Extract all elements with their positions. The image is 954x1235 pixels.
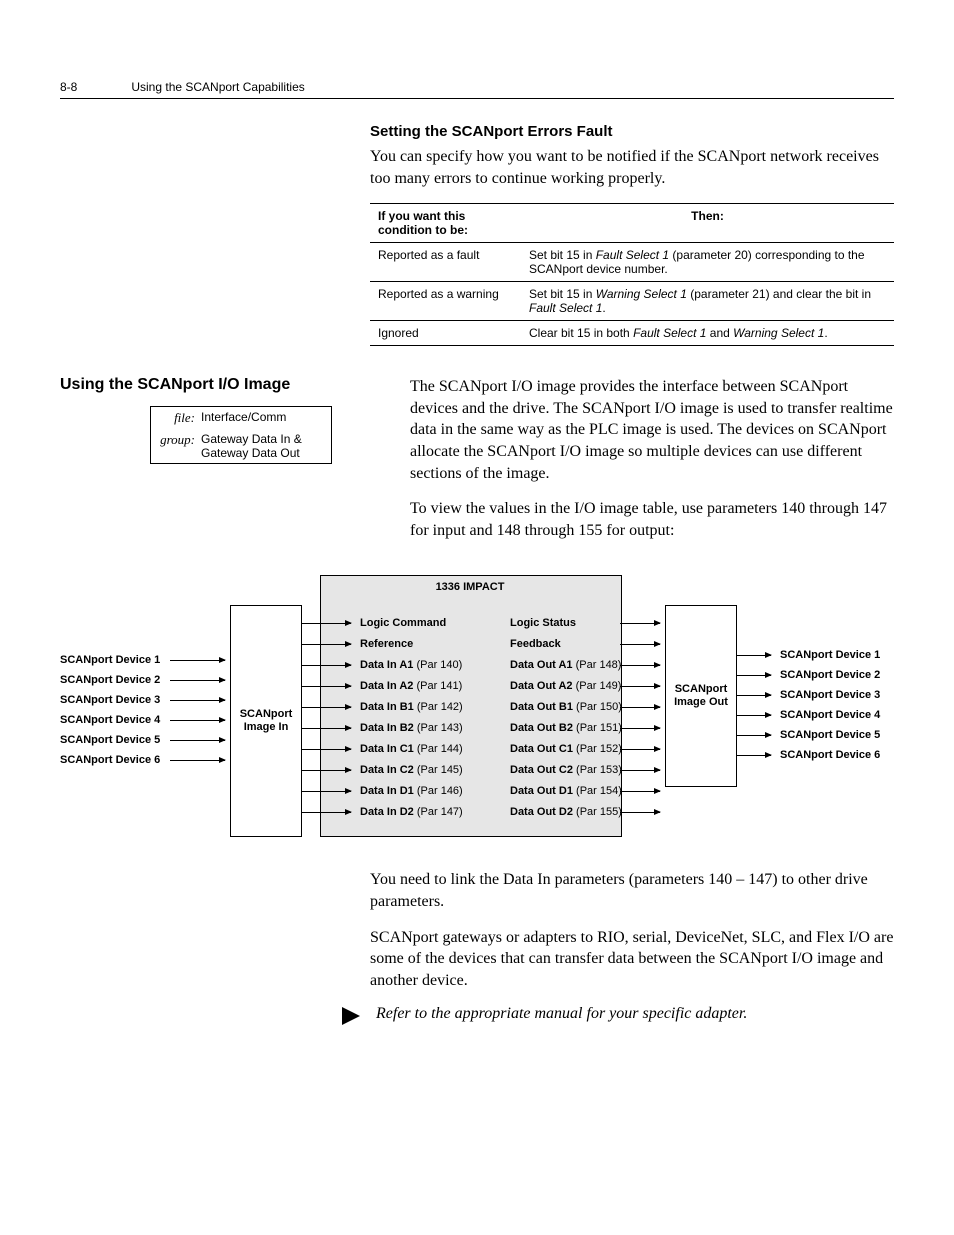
device-right-label: SCANport Device 1	[780, 649, 920, 661]
arrow-icon	[736, 675, 771, 676]
cell-then: Clear bit 15 in both Fault Select 1 and …	[521, 321, 894, 346]
device-right-label: SCANport Device 4	[780, 709, 920, 721]
table-head-condition: If you want this condition to be:	[370, 204, 521, 243]
arrow-icon	[620, 707, 660, 708]
meta-file-label: file:	[157, 410, 195, 426]
reference-note: Refer to the appropriate manual for your…	[340, 1005, 894, 1027]
data-in-label: Data In B2 (Par 143)	[360, 722, 510, 734]
arrow-icon	[170, 720, 225, 721]
data-in-label: Data In C1 (Par 144)	[360, 743, 510, 755]
arrow-icon	[736, 695, 771, 696]
arrow-icon	[736, 715, 771, 716]
body-paragraph: SCANport gateways or adapters to RIO, se…	[370, 927, 894, 992]
arrow-icon	[620, 749, 660, 750]
arrow-icon	[301, 686, 351, 687]
body-paragraph: To view the values in the I/O image tabl…	[410, 498, 894, 541]
arrow-icon	[736, 755, 771, 756]
data-in-label: Data In A1 (Par 140)	[360, 659, 510, 671]
data-in-label: Data In A2 (Par 141)	[360, 680, 510, 692]
cell-then: Set bit 15 in Fault Select 1 (parameter …	[521, 243, 894, 282]
arrow-icon	[301, 644, 351, 645]
triangle-icon	[340, 1005, 362, 1027]
arrow-icon	[170, 700, 225, 701]
arrow-icon	[620, 644, 660, 645]
table-head-then: Then:	[521, 204, 894, 243]
arrow-icon	[301, 812, 351, 813]
conditions-table: If you want this condition to be: Then: …	[370, 203, 894, 346]
arrow-icon	[301, 707, 351, 708]
arrow-icon	[620, 770, 660, 771]
arrow-icon	[301, 749, 351, 750]
arrow-icon	[301, 623, 351, 624]
scanport-image-in-box: SCANport Image In	[230, 605, 302, 837]
meta-file-value: Interface/Comm	[201, 410, 286, 426]
arrow-icon	[170, 660, 225, 661]
arrow-icon	[620, 623, 660, 624]
device-right-label: SCANport Device 3	[780, 689, 920, 701]
arrow-icon	[301, 791, 351, 792]
table-row: Reported as a warning Set bit 15 in Warn…	[370, 282, 894, 321]
table-row: Reported as a fault Set bit 15 in Fault …	[370, 243, 894, 282]
arrow-icon	[620, 728, 660, 729]
arrow-icon	[301, 728, 351, 729]
data-in-label: Data In D2 (Par 147)	[360, 806, 510, 818]
data-in-label: Data In C2 (Par 145)	[360, 764, 510, 776]
arrow-icon	[170, 680, 225, 681]
body-paragraph: The SCANport I/O image provides the inte…	[410, 376, 894, 484]
section-heading: Using the SCANport I/O Image	[60, 376, 370, 394]
note-text: Refer to the appropriate manual for your…	[376, 1005, 747, 1023]
arrow-icon	[620, 665, 660, 666]
io-image-diagram: 1336 IMPACT SCANport Image In SCANport I…	[60, 575, 950, 845]
data-in-label: Reference	[360, 638, 510, 650]
cell-condition: Reported as a warning	[370, 282, 521, 321]
arrow-icon	[736, 735, 771, 736]
table-row: Ignored Clear bit 15 in both Fault Selec…	[370, 321, 894, 346]
device-right-label: SCANport Device 6	[780, 749, 920, 761]
body-paragraph: You need to link the Data In parameters …	[370, 869, 894, 912]
data-in-label: Logic Command	[360, 617, 510, 629]
meta-group-label: group:	[157, 432, 195, 460]
arrow-icon	[736, 655, 771, 656]
impact-title: 1336 IMPACT	[320, 581, 620, 593]
cell-condition: Ignored	[370, 321, 521, 346]
page-container: 8-8 Using the SCANport Capabilities Sett…	[0, 0, 954, 1087]
cell-then: Set bit 15 in Warning Select 1 (paramete…	[521, 282, 894, 321]
arrow-icon	[620, 812, 660, 813]
section-heading: Setting the SCANport Errors Fault	[370, 123, 894, 140]
scanport-image-out-box: SCANport Image Out	[665, 605, 737, 787]
arrow-icon	[620, 686, 660, 687]
chapter-title: Using the SCANport Capabilities	[131, 80, 304, 94]
device-right-label: SCANport Device 2	[780, 669, 920, 681]
cell-condition: Reported as a fault	[370, 243, 521, 282]
data-in-label: Data In B1 (Par 142)	[360, 701, 510, 713]
arrow-icon	[301, 665, 351, 666]
arrow-icon	[620, 791, 660, 792]
arrow-icon	[170, 760, 225, 761]
running-header: 8-8 Using the SCANport Capabilities	[60, 80, 894, 99]
arrow-icon	[301, 770, 351, 771]
meta-group-value: Gateway Data In & Gateway Data Out	[201, 432, 325, 460]
page-number: 8-8	[60, 80, 77, 94]
arrow-icon	[170, 740, 225, 741]
device-right-label: SCANport Device 5	[780, 729, 920, 741]
body-paragraph: You can specify how you want to be notif…	[370, 146, 894, 189]
data-in-label: Data In D1 (Par 146)	[360, 785, 510, 797]
file-group-box: file: Interface/Comm group: Gateway Data…	[150, 406, 332, 464]
